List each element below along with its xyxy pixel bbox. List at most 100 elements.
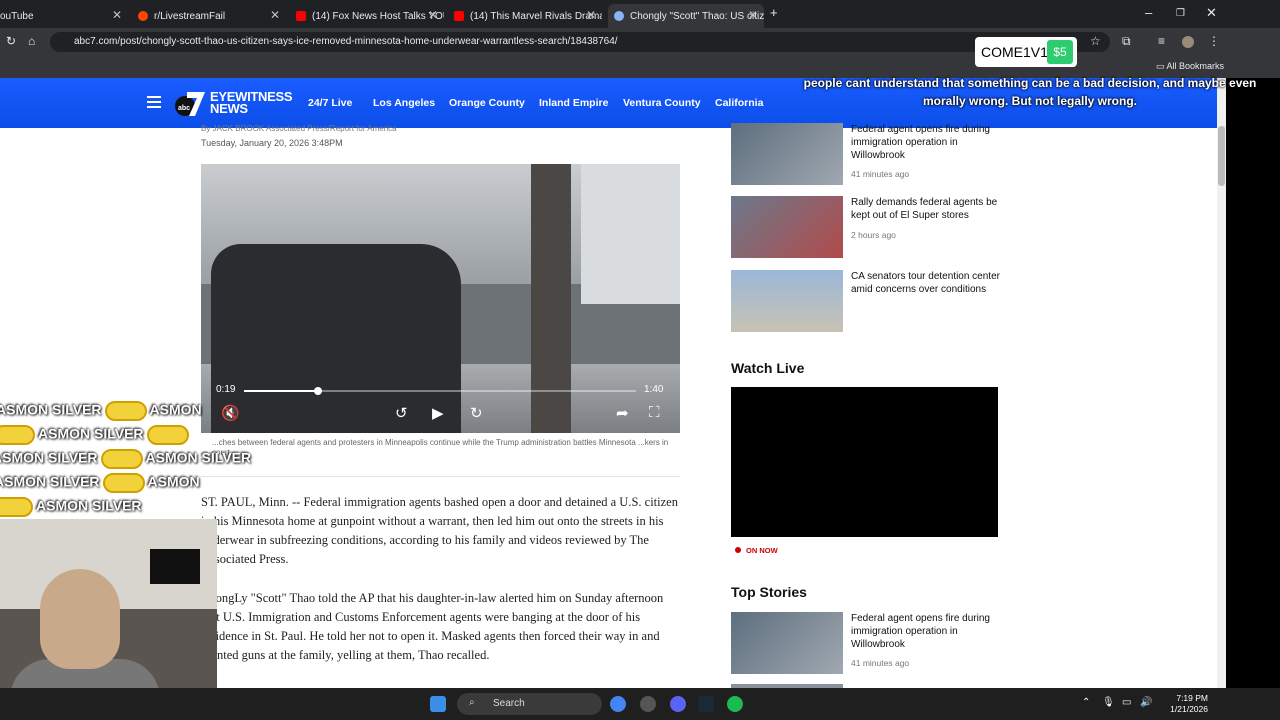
windows-taskbar: ⌕ Search ⌃ 🎙 ▭ 🔊 7:19 PM 1/21/2026 xyxy=(0,688,1280,720)
emote-icon xyxy=(0,497,33,517)
chat-spam-row: ASMON SILVER ASMON xyxy=(0,473,200,495)
tab-livestreamfail[interactable]: r/LivestreamFail ✕ xyxy=(134,4,286,28)
home-icon[interactable]: ⌂ xyxy=(28,34,35,48)
related-story[interactable]: CA senators tour detention center amid c… xyxy=(731,270,1001,333)
article-divider xyxy=(201,476,680,477)
extensions-icon[interactable]: ⧉ xyxy=(1122,34,1131,49)
share-icon[interactable]: ➦ xyxy=(616,404,629,422)
bookmark-star-icon[interactable]: ☆ xyxy=(1090,34,1101,48)
fullscreen-icon[interactable]: ⛶ xyxy=(649,404,660,421)
live-video-player[interactable] xyxy=(731,387,998,537)
nav-california[interactable]: California xyxy=(715,97,763,109)
top-story[interactable]: Federal agent opens fire during immigrat… xyxy=(731,612,1001,675)
story-title[interactable]: Federal agent opens fire during immigrat… xyxy=(851,123,1001,162)
related-story[interactable]: Federal agent opens fire during immigrat… xyxy=(731,123,1001,186)
on-now-badge: ON NOW xyxy=(735,546,778,555)
story-title[interactable]: Federal agent opens fire during immigrat… xyxy=(851,612,1001,651)
reddit-icon xyxy=(138,11,148,21)
restore-icon[interactable]: ❐ xyxy=(1176,8,1185,19)
windows-start-icon[interactable] xyxy=(430,696,446,712)
tab-label: r/LivestreamFail xyxy=(154,10,226,22)
story-title[interactable]: Rally demands federal agents be kept out… xyxy=(851,196,1001,222)
menu-dots-icon[interactable]: ⋮ xyxy=(1208,34,1220,48)
taskbar-search[interactable]: ⌕ Search xyxy=(457,693,602,715)
nav-los-angeles[interactable]: Los Angeles xyxy=(373,97,435,109)
tray-chevron-icon[interactable]: ⌃ xyxy=(1082,697,1090,708)
forward-10-icon[interactable]: ↻ xyxy=(470,404,483,422)
url-text: abc7.com/post/chongly-scott-thao-us-citi… xyxy=(74,36,618,47)
volume-icon[interactable]: 🔊 xyxy=(1140,697,1152,708)
nav-orange-county[interactable]: Orange County xyxy=(449,97,525,109)
play-icon[interactable]: ▶ xyxy=(432,404,444,422)
taskbar-clock[interactable]: 7:19 PM 1/21/2026 xyxy=(1170,693,1208,715)
webcam-tv xyxy=(150,549,200,584)
spotify-icon[interactable] xyxy=(727,696,743,712)
tab-abc7-article[interactable]: Chongly "Scott" Thao: US citize ✕ xyxy=(608,4,764,28)
story-time: 2 hours ago xyxy=(851,230,896,240)
tab-fox-news[interactable]: (14) Fox News Host Talks YOU ✕ xyxy=(292,4,444,28)
mute-icon[interactable]: 🔇 xyxy=(221,404,240,422)
search-icon: ⌕ xyxy=(469,697,475,708)
rewind-10-icon[interactable]: ↺ xyxy=(395,404,408,422)
address-toolbar: ↻ ⌂ abc7.com/post/chongly-scott-thao-us-… xyxy=(0,28,1280,56)
close-icon[interactable]: ✕ xyxy=(428,8,438,22)
network-icon[interactable]: ▭ xyxy=(1122,697,1131,708)
microphone-icon[interactable]: 🎙 xyxy=(1102,697,1115,708)
stream-border xyxy=(1226,78,1280,688)
story-title[interactable]: CA senators tour detention center amid c… xyxy=(851,270,1001,296)
hamburger-menu-icon[interactable] xyxy=(147,96,161,108)
close-icon[interactable]: ✕ xyxy=(586,8,596,22)
media-icon[interactable]: ≡ xyxy=(1158,34,1165,48)
chrome-icon[interactable] xyxy=(610,696,626,712)
all-bookmarks-button[interactable]: ▭ All Bookmarks xyxy=(1156,61,1224,72)
youtube-icon xyxy=(296,11,306,21)
scrollbar-thumb[interactable] xyxy=(1218,126,1225,186)
tab-youtube[interactable]: ouTube ✕ xyxy=(0,4,128,28)
story-thumbnail xyxy=(731,270,843,332)
chat-text: ASMON SILVER xyxy=(0,449,98,466)
story-thumbnail xyxy=(731,123,843,185)
close-window-icon[interactable]: ✕ xyxy=(1206,5,1217,21)
steam-icon[interactable] xyxy=(698,696,714,712)
video-frame-car xyxy=(211,244,461,433)
all-bookmarks-label: All Bookmarks xyxy=(1166,61,1224,71)
chat-text: ASMON SILVER xyxy=(0,473,100,490)
app-icon[interactable] xyxy=(640,696,656,712)
webcam-person-head xyxy=(40,569,120,669)
close-icon[interactable]: ✕ xyxy=(112,8,122,22)
nav-247-live[interactable]: 24/7 Live xyxy=(308,97,352,109)
related-story[interactable]: Rally demands federal agents be kept out… xyxy=(731,196,1001,259)
profile-avatar[interactable] xyxy=(1182,36,1194,48)
story-time: 41 minutes ago xyxy=(851,658,910,668)
tab-label: ouTube xyxy=(0,10,34,22)
reload-icon[interactable]: ↻ xyxy=(6,34,16,48)
emote-icon xyxy=(100,449,143,469)
video-duration: 1:40 xyxy=(644,384,664,395)
chat-text: ASMON SILVER xyxy=(0,401,102,418)
tab-marvel-rivals[interactable]: (14) This Marvel Rivals Drama is ✕ xyxy=(450,4,602,28)
close-icon[interactable]: ✕ xyxy=(748,8,758,22)
page-scrollbar[interactable] xyxy=(1217,78,1226,688)
discord-icon[interactable] xyxy=(670,696,686,712)
nav-ventura-county[interactable]: Ventura County xyxy=(623,97,701,109)
donation-alert: COME1V1_ $5 xyxy=(975,37,1077,67)
svg-text:abc: abc xyxy=(178,105,190,112)
chat-text: ASMON SILVER xyxy=(38,425,144,442)
article-paragraph-1: ST. PAUL, Minn. -- Federal immigration a… xyxy=(201,495,678,566)
chat-text: ASMON xyxy=(149,401,202,418)
emote-icon xyxy=(104,401,147,421)
video-player[interactable]: 0:19 1:40 🔇 ↺ ▶ ↻ ➦ ⛶ xyxy=(201,164,680,433)
story-thumbnail xyxy=(731,612,843,674)
nav-inland-empire[interactable]: Inland Empire xyxy=(539,97,608,109)
logo-line-2: NEWS xyxy=(210,101,248,116)
abc7-logo-icon[interactable]: abc xyxy=(173,88,207,118)
video-seek-bar[interactable] xyxy=(244,387,636,395)
minimize-icon[interactable]: – xyxy=(1145,5,1152,20)
donation-amount: $5 xyxy=(1047,40,1073,64)
browser-tabbar: ouTube ✕ r/LivestreamFail ✕ (14) Fox New… xyxy=(0,0,1280,28)
close-icon[interactable]: ✕ xyxy=(270,8,280,22)
url-field[interactable]: abc7.com/post/chongly-scott-thao-us-citi… xyxy=(50,32,1110,52)
new-tab-icon[interactable]: + xyxy=(770,5,778,20)
emote-icon xyxy=(102,473,145,493)
clock-date: 1/21/2026 xyxy=(1170,704,1208,714)
